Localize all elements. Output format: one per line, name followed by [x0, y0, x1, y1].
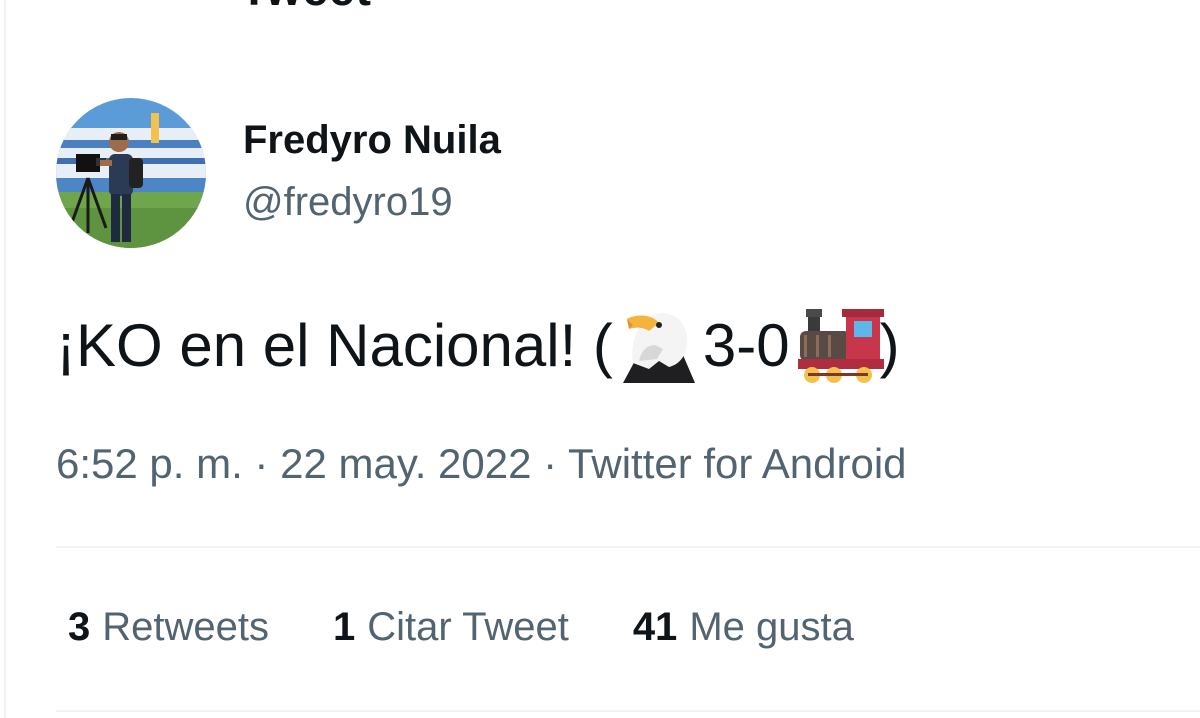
- tweet-text-part: ¡KO en el Nacional! (: [56, 311, 613, 379]
- quote-tweets-stat[interactable]: 1 Citar Tweet: [333, 605, 569, 650]
- tweet-text: ¡KO en el Nacional! ( 3-0): [56, 300, 900, 390]
- likes-count: 41: [632, 605, 678, 649]
- tweet-stats: 3 Retweets 1 Citar Tweet 41 Me gusta: [68, 605, 918, 650]
- quote-tweets-label: Citar Tweet: [367, 605, 569, 649]
- divider: [56, 546, 1200, 548]
- avatar[interactable]: [56, 98, 206, 248]
- column-border: [4, 0, 6, 718]
- tweet-page: Tweet: [0, 0, 1200, 718]
- score-text: 3-0: [702, 311, 790, 379]
- retweets-stat[interactable]: 3 Retweets: [68, 605, 269, 650]
- likes-label: Me gusta: [689, 605, 854, 649]
- author-handle[interactable]: @fredyro19: [243, 180, 453, 225]
- eagle-icon: [619, 305, 697, 385]
- likes-stat[interactable]: 41 Me gusta: [633, 605, 854, 650]
- tweet-text-part: ): [879, 311, 900, 379]
- tweet-timestamp[interactable]: 6:52 p. m. · 22 may. 2022 · Twitter for …: [56, 440, 907, 488]
- locomotive-icon: [796, 305, 884, 385]
- page-title: Tweet: [240, 0, 372, 16]
- retweets-count: 3: [68, 605, 91, 649]
- quote-tweets-count: 1: [333, 605, 356, 649]
- author-name[interactable]: Fredyro Nuila: [243, 118, 501, 163]
- divider: [56, 710, 1200, 712]
- retweets-label: Retweets: [102, 605, 269, 649]
- avatar-photo: [56, 98, 206, 248]
